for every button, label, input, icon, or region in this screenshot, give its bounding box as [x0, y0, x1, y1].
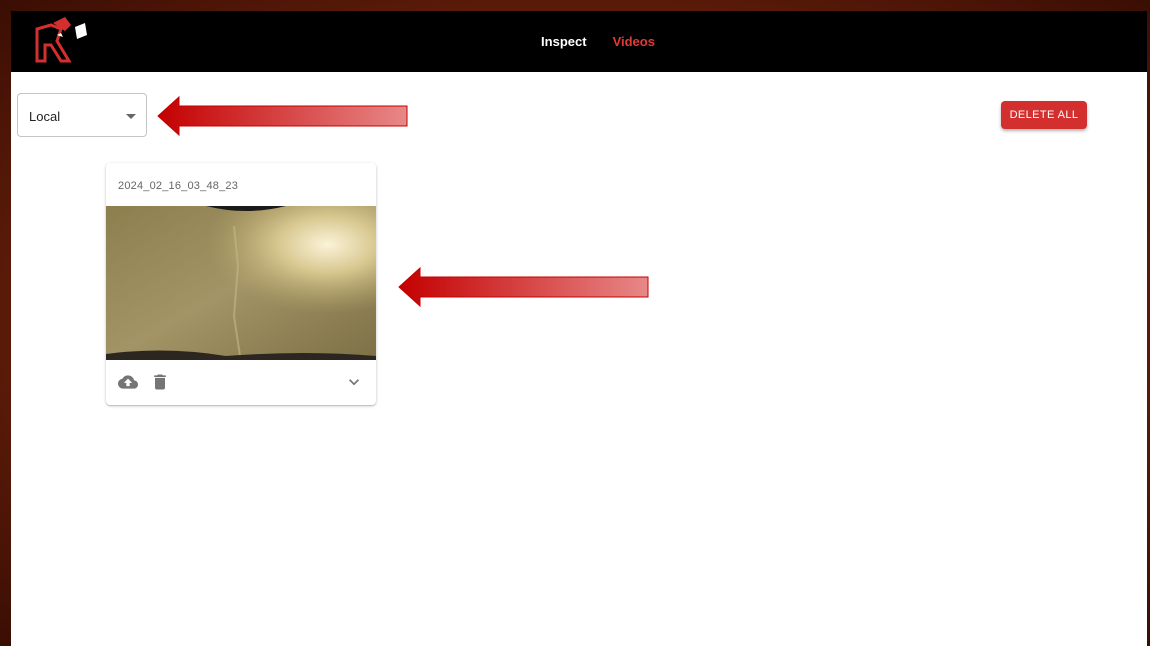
- top-nav-bar: Inspect Videos: [11, 11, 1147, 72]
- annotation-arrow-select: [157, 95, 408, 137]
- app-window: Inspect Videos Local DELETE ALL 2024_02_…: [11, 11, 1147, 646]
- video-card-actions: [106, 360, 376, 405]
- delete-all-button[interactable]: DELETE ALL: [1001, 101, 1087, 129]
- video-card: 2024_02_16_03_48_23: [106, 163, 376, 405]
- trash-icon[interactable]: [150, 372, 170, 392]
- storage-select-value: Local: [29, 109, 61, 124]
- annotation-arrow-video: [398, 266, 649, 308]
- chevron-down-icon[interactable]: [344, 372, 364, 392]
- video-title: 2024_02_16_03_48_23: [118, 180, 239, 192]
- caret-down-icon: [126, 114, 136, 119]
- nav-link-videos[interactable]: Videos: [613, 34, 655, 49]
- cloud-upload-icon[interactable]: [118, 372, 138, 392]
- nav-link-inspect[interactable]: Inspect: [541, 34, 587, 49]
- video-thumbnail[interactable]: [106, 206, 376, 360]
- storage-select[interactable]: Local: [17, 93, 147, 137]
- main-nav: Inspect Videos: [11, 11, 1147, 72]
